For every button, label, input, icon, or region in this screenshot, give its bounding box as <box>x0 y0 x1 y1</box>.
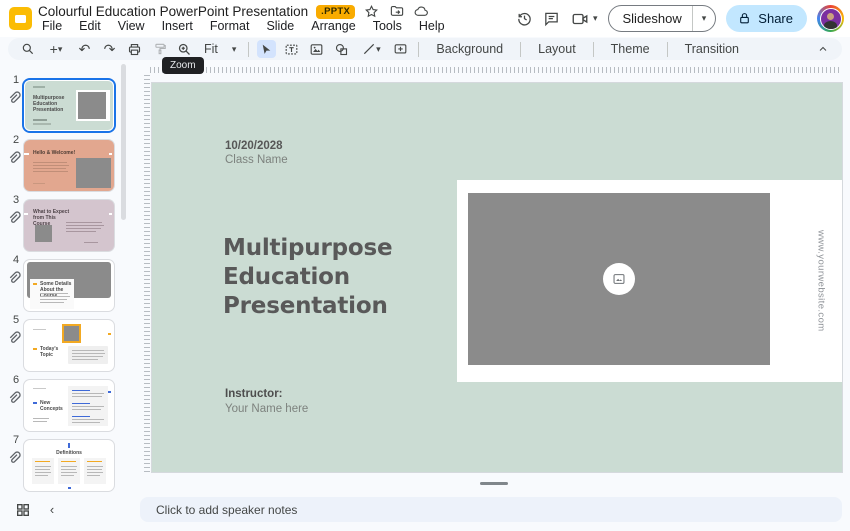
menu-edit[interactable]: Edit <box>73 19 107 34</box>
search-menus-icon[interactable] <box>18 40 37 58</box>
toolbar-divider <box>248 42 249 57</box>
toolbar-divider <box>418 42 419 57</box>
transition-button[interactable]: Transition <box>676 42 748 56</box>
website-text[interactable]: www.yourwebsite.com <box>810 180 832 382</box>
filmstrip-scrollbar[interactable] <box>121 64 126 220</box>
zoom-fit-dropdown[interactable]: Fit ▾ <box>200 42 240 56</box>
title-bar: Colourful Education PowerPoint Presentat… <box>0 0 850 37</box>
vertical-ruler <box>144 75 150 472</box>
slide-title-text[interactable]: Multipurpose Education Presentation <box>223 234 392 321</box>
class-name-text[interactable]: Class Name <box>225 154 288 166</box>
attachment-icon <box>6 210 22 226</box>
cloud-status-icon[interactable] <box>413 3 430 20</box>
slide-number: 1 <box>9 74 23 86</box>
slide-thumbnail-1[interactable]: Multipurpose Education Presentation <box>24 80 114 131</box>
insert-comment-icon[interactable] <box>391 40 410 58</box>
share-label: Share <box>758 11 793 26</box>
attachment-icon <box>6 450 22 466</box>
slideshow-button[interactable]: Slideshow ▾ <box>608 5 717 32</box>
horizontal-scrollbar[interactable] <box>480 482 508 485</box>
lock-icon <box>738 12 751 25</box>
instructor-name-text[interactable]: Your Name here <box>225 403 308 415</box>
attachment-icon <box>6 390 22 406</box>
slide-thumbnail-3[interactable]: What to Expect from This Course <box>24 200 114 251</box>
undo-icon[interactable]: ↶ <box>75 40 94 58</box>
menu-help[interactable]: Help <box>413 19 451 34</box>
layout-button[interactable]: Layout <box>529 42 585 56</box>
slide-thumbnail-7[interactable]: Definitions <box>24 440 114 491</box>
menu-tools[interactable]: Tools <box>367 19 408 34</box>
menu-view[interactable]: View <box>112 19 151 34</box>
zoom-icon[interactable] <box>175 40 194 58</box>
slide-number: 6 <box>9 374 23 386</box>
slide-thumbnail-5[interactable]: Today's Topic <box>24 320 114 371</box>
share-button[interactable]: Share <box>726 5 807 32</box>
insert-line-icon[interactable]: ▾ <box>357 40 385 58</box>
image-icon <box>612 272 626 286</box>
account-avatar[interactable] <box>817 5 844 32</box>
toolbar-divider <box>593 42 594 57</box>
collapse-menus-icon[interactable] <box>813 40 832 58</box>
move-folder-icon[interactable] <box>388 3 405 20</box>
slide-date-text[interactable]: 10/20/2028 <box>225 140 283 152</box>
slideshow-caret-icon[interactable]: ▾ <box>693 13 716 24</box>
slide-thumbnail-2[interactable]: Hello & Welcome! <box>24 140 114 191</box>
version-history-icon[interactable] <box>516 10 533 27</box>
instructor-label[interactable]: Instructor: <box>225 388 283 400</box>
redo-icon[interactable]: ↷ <box>100 40 119 58</box>
menu-arrange[interactable]: Arrange <box>305 19 361 34</box>
slide-thumbnail-6[interactable]: New Concepts <box>24 380 114 431</box>
collapse-filmstrip-icon[interactable]: ‹ <box>45 502 59 518</box>
slide-thumbnail-4[interactable]: Some Details About the Course <box>24 260 114 311</box>
insert-image-icon[interactable] <box>307 40 326 58</box>
image-frame[interactable]: www.yourwebsite.com <box>457 180 842 382</box>
slide-canvas[interactable]: www.yourwebsite.com 10/20/2028 Class Nam… <box>152 83 842 472</box>
document-title[interactable]: Colourful Education PowerPoint Presentat… <box>38 4 308 19</box>
slide-number: 3 <box>9 194 23 206</box>
comment-history-icon[interactable] <box>543 10 560 27</box>
image-placeholder[interactable] <box>468 193 770 365</box>
speaker-notes-bar[interactable]: Click to add speaker notes <box>140 497 842 522</box>
select-tool-icon[interactable] <box>257 40 276 58</box>
main-toolbar: +▾ ↶ ↷ Fit ▾ ▾ Background Layout Theme T… <box>8 38 842 60</box>
slides-logo-icon[interactable] <box>9 7 32 30</box>
meet-caret-icon[interactable]: ▾ <box>593 13 598 24</box>
new-slide-button[interactable]: +▾ <box>43 40 69 58</box>
menu-bar: File Edit View Insert Format Slide Arran… <box>36 19 451 34</box>
pptx-badge: .PPTX <box>316 5 355 19</box>
grid-view-icon[interactable] <box>15 502 31 518</box>
menu-insert[interactable]: Insert <box>156 19 199 34</box>
image-placeholder-button[interactable] <box>603 263 635 295</box>
meet-button[interactable]: ▾ <box>570 10 598 28</box>
slide-number: 5 <box>9 314 23 326</box>
attachment-icon <box>6 270 22 286</box>
menu-slide[interactable]: Slide <box>260 19 300 34</box>
menu-file[interactable]: File <box>36 19 68 34</box>
toolbar-divider <box>520 42 521 57</box>
theme-button[interactable]: Theme <box>602 42 659 56</box>
fit-label: Fit <box>204 42 218 56</box>
menu-format[interactable]: Format <box>204 19 256 34</box>
paint-format-icon[interactable] <box>150 40 169 58</box>
slide-number: 4 <box>9 254 23 266</box>
horizontal-ruler <box>150 67 842 73</box>
star-icon[interactable] <box>363 3 380 20</box>
print-icon[interactable] <box>125 40 144 58</box>
speaker-notes-placeholder: Click to add speaker notes <box>140 503 297 517</box>
zoom-tooltip: Zoom <box>162 57 204 74</box>
slide-number: 2 <box>9 134 23 146</box>
insert-shape-icon[interactable] <box>332 40 351 58</box>
attachment-icon <box>6 90 22 106</box>
slide-number: 7 <box>9 434 23 446</box>
fit-caret-icon: ▾ <box>232 44 237 55</box>
attachment-icon <box>6 150 22 166</box>
slideshow-label: Slideshow <box>609 11 692 26</box>
toolbar-divider <box>667 42 668 57</box>
background-button[interactable]: Background <box>427 42 512 56</box>
attachment-icon <box>6 330 22 346</box>
text-box-icon[interactable] <box>282 40 301 58</box>
